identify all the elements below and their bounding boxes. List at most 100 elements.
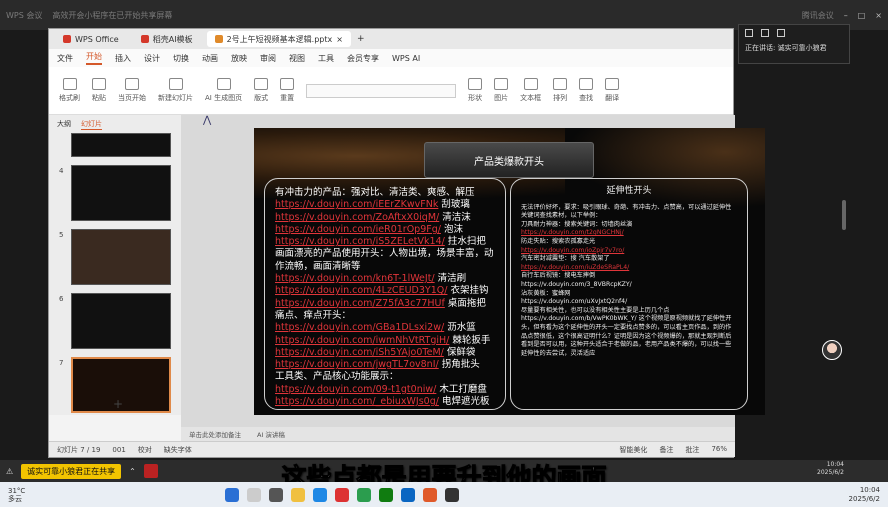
menu-animation[interactable]: 动画 — [202, 53, 218, 64]
reset-button[interactable]: 重置 — [280, 78, 295, 103]
video-link[interactable]: https://v.douyin.com/ZoAftxX0iqM/ — [275, 212, 439, 223]
video-link[interactable]: https://v.douyin.com/kn6T-1lWeJt/ — [275, 273, 435, 284]
slide-thumbnail[interactable] — [71, 293, 171, 349]
find-button[interactable]: 查找 — [579, 78, 594, 103]
video-link-plain[interactable]: https://v.douyin.com/3_8VBRcpKZY/ — [521, 281, 737, 290]
paste-button[interactable]: 粘贴 — [92, 78, 106, 103]
new-tab-button[interactable]: + — [357, 34, 365, 44]
slide-thumbnail[interactable] — [71, 133, 171, 157]
menu-view[interactable]: 视图 — [289, 53, 305, 64]
search-icon[interactable] — [247, 487, 262, 502]
menu-wps-ai[interactable]: WPS AI — [392, 54, 420, 63]
avatar[interactable] — [822, 340, 842, 360]
grid-icon[interactable] — [777, 29, 785, 37]
tab-pptx-document[interactable]: 2号上午短视频基本逻辑.pptx × — [206, 31, 351, 47]
weather-text: 多云 — [8, 494, 22, 503]
search-icon — [579, 78, 594, 90]
notes-toggle[interactable]: 备注 — [659, 445, 673, 455]
wechat-icon[interactable] — [357, 487, 372, 502]
shape-icon — [468, 78, 483, 90]
maximize-icon[interactable]: □ — [858, 11, 866, 20]
smart-beautify-button[interactable]: 智能美化 — [619, 445, 647, 455]
comment-toggle[interactable]: 批注 — [685, 445, 699, 455]
picture-button[interactable]: 图片 — [494, 78, 509, 103]
slide-title[interactable]: 产品类爆款开头 — [424, 142, 594, 178]
video-link[interactable]: https://v.douyin.com/jwgTL7ov8nI/ — [275, 359, 439, 370]
left-content-panel[interactable]: 有冲击力的产品：强对比、清洁类、爽感、解压 https://v.douyin.c… — [264, 178, 506, 410]
slide-counter: 幻灯片 7 / 19 — [57, 445, 101, 454]
font-selector[interactable] — [306, 83, 457, 98]
video-link[interactable]: https://v.douyin.com/09-t1gt0niw/ — [275, 384, 436, 395]
task-view-icon[interactable] — [269, 487, 284, 502]
right-content-panel[interactable]: 延伸性开头 无法评价好坏，要求：吸引眼球、奇葩、有冲击力、点赞高，可以通过延伸性… — [510, 178, 748, 410]
menu-review[interactable]: 审阅 — [260, 53, 276, 64]
notes-bar[interactable]: 单击此处添加备注 AI 演讲稿 — [181, 427, 735, 441]
slide-thumbnail[interactable] — [71, 165, 171, 221]
app-icon[interactable] — [445, 487, 460, 502]
slide-thumbnail-pane: 大纲 幻灯片 4 5 6 7 + — [49, 115, 181, 415]
video-link[interactable]: https://v.douyin.com/Z75fA3c77HUf — [275, 298, 445, 309]
notes-placeholder[interactable]: 单击此处添加备注 — [189, 429, 241, 439]
menu-member[interactable]: 会员专享 — [347, 53, 379, 64]
video-link[interactable]: https://v.douyin.com/iEErZKwvFNk — [275, 199, 438, 210]
tab-template[interactable]: 稻壳AI模板 — [133, 31, 201, 47]
status-bar: 幻灯片 7 / 19 001 校对 缺失字体 智能美化 备注 批注 76% — [49, 441, 735, 457]
video-link[interactable]: https://v.douyin.com/iwmNhVtRTgiH/ — [275, 335, 449, 346]
minimize-icon[interactable]: – — [844, 11, 848, 20]
close-icon[interactable]: × — [875, 11, 882, 20]
edge-icon[interactable] — [313, 487, 328, 502]
video-link[interactable]: https://v.douyin.com/iSh5YAjo0TeM/ — [275, 347, 444, 358]
ai-generate-button[interactable]: AI 生成图页 — [205, 78, 242, 103]
pptx-app-icon[interactable] — [423, 487, 438, 502]
video-link[interactable]: https://v.douyin.com/GBa1DLsxi2w/ — [275, 322, 444, 333]
window-icon[interactable] — [761, 29, 769, 37]
xbox-icon[interactable] — [379, 487, 394, 502]
video-link[interactable]: https://v.douyin.com/iS5ZELetVk14/ — [275, 236, 445, 247]
video-link[interactable]: https://v.douyin.com/ioZpjr7v7ro/ — [521, 247, 737, 256]
menu-tools[interactable]: 工具 — [318, 53, 334, 64]
slide-thumbnail[interactable] — [71, 229, 171, 285]
menu-design[interactable]: 设计 — [144, 53, 160, 64]
video-link[interactable]: https://v.douyin.com/_ebiuxWJs0g/ — [275, 396, 439, 407]
menu-transition[interactable]: 切换 — [173, 53, 189, 64]
layout-icon[interactable] — [745, 29, 753, 37]
video-link[interactable]: https://v.douyin.com/ieR01rOp9Fg/ — [275, 224, 441, 235]
menu-insert[interactable]: 插入 — [115, 53, 131, 64]
tab-wps-office[interactable]: WPS Office — [55, 31, 127, 47]
link-row: https://v.douyin.com/iSh5YAjo0TeM/ 保鲜袋 — [275, 347, 495, 359]
tab-slides[interactable]: 幻灯片 — [81, 119, 102, 130]
shape-button[interactable]: 形状 — [468, 78, 483, 103]
proofing-button[interactable]: 校对 — [138, 445, 152, 455]
scrollbar[interactable] — [842, 200, 846, 230]
missing-font-button[interactable]: 缺失字体 — [164, 445, 192, 455]
tab-outline[interactable]: 大纲 — [57, 119, 71, 130]
meeting-icon[interactable] — [401, 487, 416, 502]
start-icon[interactable] — [225, 487, 240, 502]
zoom-level[interactable]: 76% — [711, 445, 727, 455]
system-tray[interactable]: 10:04 2025/6/2 — [849, 486, 880, 504]
example-text: 沾灰黄板：蜜蜂网 — [521, 289, 571, 297]
wps-ai-icon[interactable]: ⋀ — [203, 115, 211, 126]
add-slide-button[interactable]: + — [113, 397, 123, 411]
video-link[interactable]: https://v.douyin.com/t2gNGCHNj/ — [521, 229, 737, 238]
translate-button[interactable]: 翻译 — [605, 78, 620, 103]
arrange-button[interactable]: 排列 — [553, 78, 568, 103]
layout-button[interactable]: 版式 — [254, 78, 269, 103]
video-link-plain[interactable]: https://v.douyin.com/uXvJxtQ2nf4/ — [521, 298, 737, 307]
taskbar-apps — [225, 487, 460, 502]
weather-widget[interactable]: 31°C 多云 — [8, 487, 25, 503]
video-link[interactable]: https://v.douyin.com/4LzCEUD3Y1Q/ — [275, 285, 447, 296]
folder-icon[interactable] — [291, 487, 306, 502]
wps-icon[interactable] — [335, 487, 350, 502]
slide[interactable]: 产品类爆款开头 有冲击力的产品：强对比、清洁类、爽感、解压 https://v.… — [254, 128, 765, 415]
ai-speech-button[interactable]: AI 演讲稿 — [257, 429, 285, 439]
intro-text: 无法评价好坏，要求：吸引眼球、奇葩、有冲击力、点赞高，可以通过延伸性关键词查找素… — [521, 203, 732, 220]
menu-file[interactable]: 文件 — [57, 53, 73, 64]
format-painter-button[interactable]: 格式刷 — [59, 78, 80, 103]
new-slide-button[interactable]: 新建幻灯片 — [158, 78, 193, 103]
menu-home[interactable]: 开始 — [86, 51, 102, 65]
close-tab-icon[interactable]: × — [336, 35, 343, 44]
textbox-button[interactable]: 文本框 — [520, 78, 541, 103]
menu-slideshow[interactable]: 放映 — [231, 53, 247, 64]
play-from-current-button[interactable]: 当页开始 — [118, 78, 146, 103]
